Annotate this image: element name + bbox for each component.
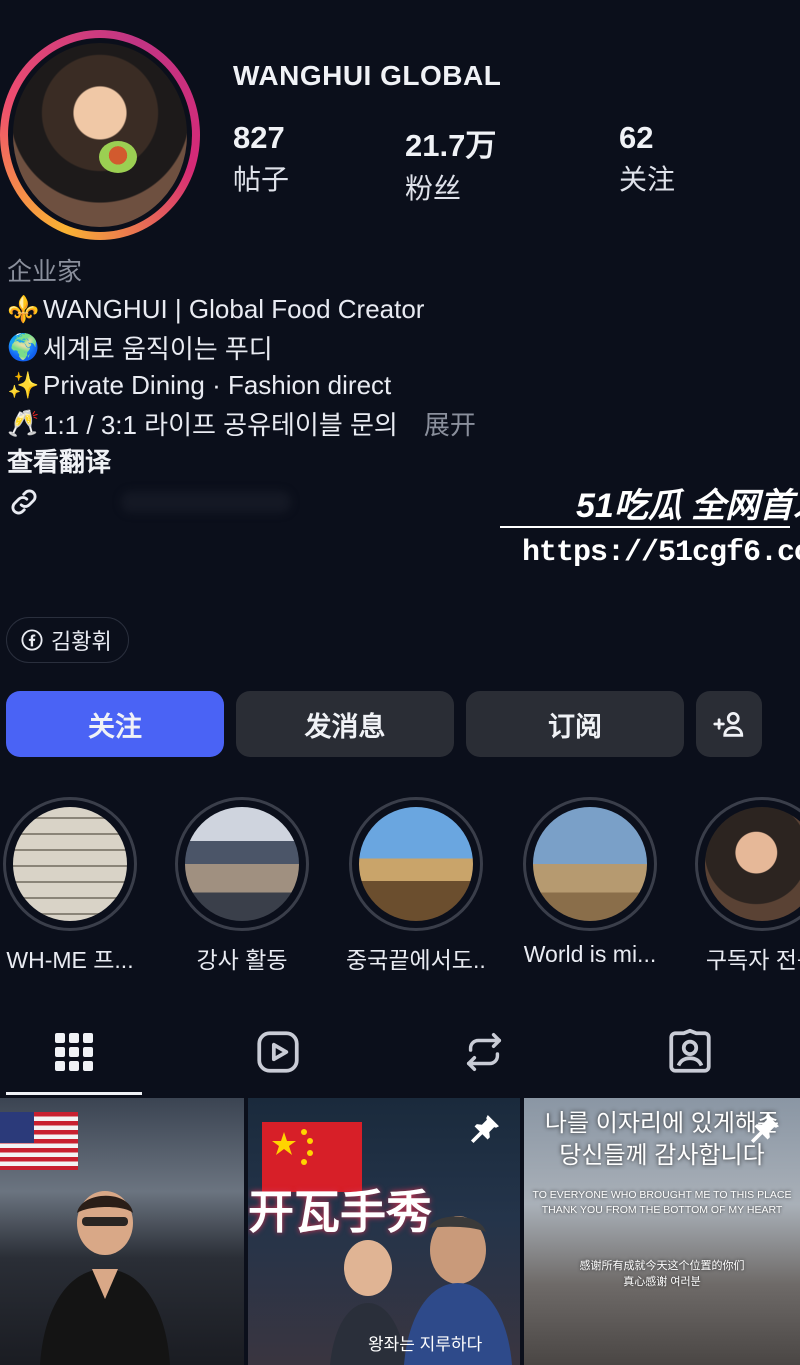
- post-caption: 왕좌는 지루하다: [368, 1335, 483, 1354]
- subscribe-button[interactable]: 订阅: [466, 691, 684, 757]
- highlight-label: World is mi...: [523, 941, 657, 967]
- highlight-cover: [705, 807, 800, 921]
- highlight-cover: [185, 807, 299, 921]
- stat-followers[interactable]: 21.7万 粉丝: [405, 120, 496, 207]
- profile-username: WANGHUI GLOBAL: [233, 60, 502, 91]
- tagged-person-icon: [669, 1028, 711, 1073]
- bio-line-text: Private Dining · Fashion direct: [43, 369, 392, 400]
- grid-icon: [55, 1033, 93, 1071]
- facebook-link-chip[interactable]: 김황휘: [6, 617, 129, 663]
- reels-icon: [257, 1031, 299, 1073]
- us-flag-icon: [0, 1112, 78, 1170]
- follow-button[interactable]: 关注: [6, 691, 224, 757]
- repost-icon: [466, 1033, 502, 1071]
- stat-following[interactable]: 62 关注: [619, 120, 675, 198]
- story-highlight[interactable]: 강사 활동: [172, 797, 312, 975]
- link-icon: [11, 489, 37, 515]
- tab-reels[interactable]: [248, 1022, 308, 1082]
- stat-posts-label: 帖子: [233, 164, 290, 195]
- see-translation-link[interactable]: 查看翻译: [7, 442, 567, 482]
- post-tile[interactable]: 나를 이자리에 있게해준 당신들께 감사합니다 TO EVERYONE WHO …: [524, 1098, 800, 1365]
- stat-followers-value: 21.7万: [405, 128, 497, 163]
- tab-tagged[interactable]: [660, 1022, 720, 1082]
- suggest-users-button[interactable]: [696, 691, 762, 757]
- facebook-chip-label: 김황휘: [51, 629, 112, 654]
- message-button[interactable]: 发消息: [236, 691, 454, 757]
- bio-line-text: WANGHUI | Global Food Creator: [43, 293, 425, 324]
- stat-posts[interactable]: 827 帖子: [233, 120, 289, 198]
- highlight-cover: [359, 807, 473, 921]
- bio-line: 🥂 1:1 / 3:1 라이프 공유테이블 문의 展开: [7, 404, 567, 442]
- pin-icon: [750, 1115, 779, 1144]
- add-person-icon: [713, 711, 744, 737]
- avatar-photo: [13, 43, 187, 227]
- story-highlight[interactable]: WH-ME 프...: [0, 797, 140, 975]
- pin-icon: [470, 1115, 499, 1144]
- bio-expand-link[interactable]: 展开: [424, 405, 476, 442]
- bio-line: ✨ Private Dining · Fashion direct: [7, 366, 567, 404]
- tab-posts-grid[interactable]: [44, 1022, 104, 1082]
- post-person-figure: [40, 1191, 170, 1365]
- bio-link-redacted: [121, 491, 291, 513]
- watermark-url: https://51cgf6.com: [522, 536, 800, 570]
- story-highlight[interactable]: 중국끝에서도...: [346, 797, 486, 975]
- story-highlight[interactable]: World is mi...: [520, 797, 660, 968]
- champagne-icon: 🥂: [7, 407, 40, 438]
- highlight-label: WH-ME 프...: [6, 947, 134, 973]
- stat-following-label: 关注: [619, 164, 676, 195]
- fleur-de-lis-icon: ⚜️: [7, 293, 40, 324]
- bio-line-text: 세계로 움직이는 푸디: [43, 333, 273, 364]
- active-tab-indicator: [6, 1092, 142, 1095]
- stat-following-value: 62: [619, 120, 654, 155]
- globe-icon: 🌍: [7, 331, 40, 362]
- watermark-title: 51吃瓜 全网首发: [576, 487, 800, 525]
- highlight-cover: [533, 807, 647, 921]
- sparkles-icon: ✨: [7, 369, 40, 400]
- bio-line: ⚜️ WANGHUI | Global Food Creator: [7, 290, 567, 328]
- post-overlay-chinese: 感谢所有成就今天这个位置的你们 真心感谢 여러분: [579, 1260, 745, 1288]
- watermark-divider: [500, 526, 790, 528]
- highlight-cover: [13, 807, 127, 921]
- stat-followers-label: 粉丝: [405, 173, 462, 204]
- watermark: 51吃瓜 全网首发 https://51cgf6.com: [500, 478, 800, 588]
- bio-line-text: 1:1 / 3:1 라이프 공유테이블 문의: [43, 409, 398, 440]
- profile-bio: 企业家 ⚜️ WANGHUI | Global Food Creator 🌍 세…: [7, 252, 567, 522]
- profile-avatar[interactable]: [0, 30, 200, 240]
- highlight-label: 구독자 전용: [705, 947, 800, 973]
- highlight-label: 중국끝에서도...: [346, 947, 486, 973]
- bio-category: 企业家: [7, 258, 83, 286]
- post-tile[interactable]: 开瓦手秀 왕좌는 지루하다: [248, 1098, 520, 1365]
- highlight-label: 강사 활동: [196, 947, 288, 973]
- profile-page: WANGHUI GLOBAL 827 帖子 21.7万 粉丝 62 关注 企业家…: [0, 0, 800, 1365]
- facebook-icon: [21, 629, 43, 651]
- tab-reposts[interactable]: [454, 1022, 514, 1082]
- bio-line: 🌍 세계로 움직이는 푸디: [7, 328, 567, 366]
- bio-link-row[interactable]: [7, 482, 567, 522]
- stat-posts-value: 827: [233, 120, 285, 155]
- post-overlay-body: TO EVERYONE WHO BROUGHT ME TO THIS PLACE…: [532, 1189, 792, 1216]
- post-tile[interactable]: [0, 1098, 244, 1365]
- story-highlight[interactable]: 구독자 전용: [692, 797, 800, 975]
